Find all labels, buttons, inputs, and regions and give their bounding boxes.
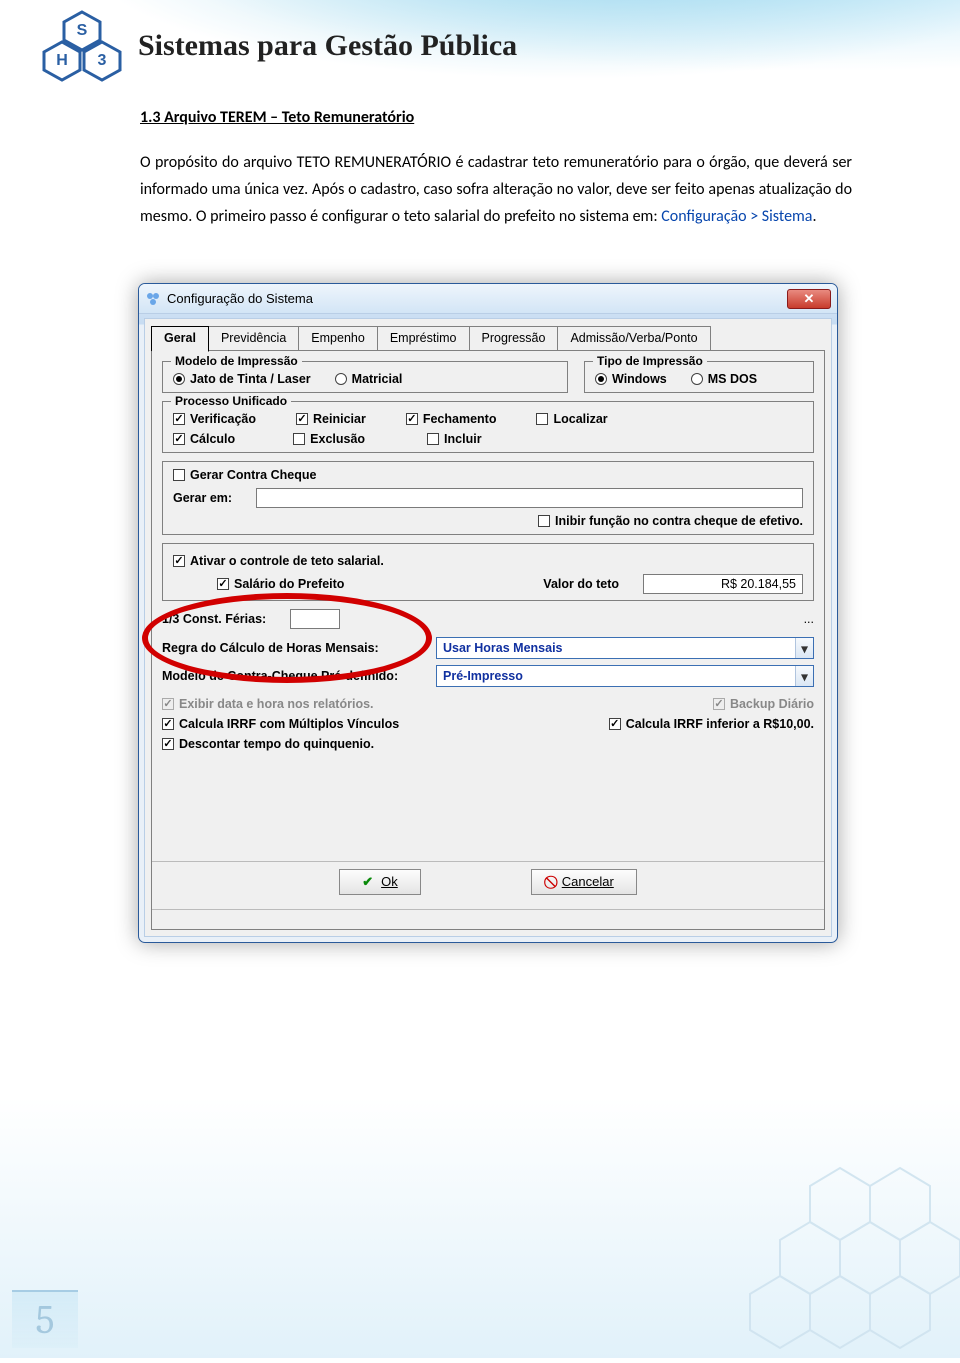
check-exclusao-label: Exclusão: [310, 432, 365, 446]
check-irrf-inferior-label: Calcula IRRF inferior a R$10,00.: [626, 717, 814, 731]
check-icon: ✔: [362, 874, 373, 890]
logo-icon: S H 3: [40, 10, 124, 82]
check-reiniciar-label: Reiniciar: [313, 412, 366, 426]
check-irrf-multiplos-label: Calcula IRRF com Múltiplos Vínculos: [179, 717, 399, 731]
chevron-down-icon: ▾: [795, 666, 813, 686]
paragraph-link: Configuração > Sistema: [661, 207, 812, 226]
check-fechamento-label: Fechamento: [423, 412, 497, 426]
titlebar: Configuração do Sistema ✕: [139, 284, 837, 314]
close-button[interactable]: ✕: [787, 289, 831, 309]
valor-teto-field[interactable]: [643, 574, 803, 594]
svg-text:3: 3: [98, 52, 107, 69]
valor-teto-label: Valor do teto: [543, 577, 619, 591]
check-localizar-label: Localizar: [553, 412, 607, 426]
ok-button[interactable]: ✔ Ok: [339, 869, 421, 895]
honeycomb-decoration: [610, 1138, 960, 1358]
check-salario-prefeito-label: Salário do Prefeito: [234, 577, 344, 591]
radio-matricial[interactable]: Matricial: [335, 372, 403, 386]
check-incluir-label: Incluir: [444, 432, 482, 446]
check-gerar-contra-cheque-label: Gerar Contra Cheque: [190, 468, 316, 482]
check-localizar[interactable]: Localizar: [536, 412, 607, 426]
radio-windows-label: Windows: [612, 372, 667, 386]
cancel-button-label: Cancelar: [562, 874, 614, 889]
check-ativar-teto-label: Ativar o controle de teto salarial.: [190, 554, 384, 568]
check-fechamento[interactable]: Fechamento: [406, 412, 497, 426]
check-backup-diario: Backup Diário: [713, 697, 814, 711]
paragraph-tail: .: [812, 207, 816, 226]
brand-block: S H 3 Sistemas para Gestão Pública: [40, 10, 517, 82]
check-calculo-label: Cálculo: [190, 432, 235, 446]
app-icon: [145, 291, 161, 307]
group-modelo-impressao: Modelo de Impressão: [171, 354, 302, 368]
check-backup-diario-label: Backup Diário: [730, 697, 814, 711]
check-descontar-quinquenio[interactable]: Descontar tempo do quinquenio.: [162, 737, 374, 751]
modelo-cc-label: Modelo de Contra-Cheque Pré-definido:: [162, 669, 412, 683]
window-title: Configuração do Sistema: [167, 291, 781, 306]
regra-horas-combo[interactable]: Usar Horas Mensais ▾: [436, 637, 814, 659]
radio-jato-laser[interactable]: Jato de Tinta / Laser: [173, 372, 311, 386]
page-number: 5: [12, 1290, 78, 1348]
check-verificacao-label: Verificação: [190, 412, 256, 426]
tab-strip: Geral Previdência Empenho Empréstimo Pro…: [151, 325, 825, 351]
svg-text:S: S: [77, 22, 88, 39]
tab-page-geral: Modelo de Impressão Jato de Tinta / Lase…: [151, 350, 825, 930]
tab-progressao[interactable]: Progressão: [469, 326, 559, 352]
modelo-cc-combo[interactable]: Pré-Impresso ▾: [436, 665, 814, 687]
check-gerar-contra-cheque[interactable]: Gerar Contra Cheque: [173, 468, 316, 482]
regra-horas-label: Regra do Cálculo de Horas Mensais:: [162, 641, 412, 655]
radio-msdos-label: MS DOS: [708, 372, 757, 386]
tab-empenho[interactable]: Empenho: [298, 326, 378, 352]
check-calculo[interactable]: Cálculo: [173, 432, 235, 446]
radio-jato-laser-label: Jato de Tinta / Laser: [190, 372, 311, 386]
section-heading: 1.3 Arquivo TEREM – Teto Remuneratório: [140, 108, 852, 127]
ferias-label: 1/3 Const. Férias:: [162, 612, 266, 626]
regra-horas-value: Usar Horas Mensais: [443, 641, 563, 655]
ferias-ellipsis[interactable]: ...: [804, 612, 814, 626]
tab-emprestimo[interactable]: Empréstimo: [377, 326, 470, 352]
radio-msdos[interactable]: MS DOS: [691, 372, 757, 386]
section-paragraph: O propósito do arquivo TETO REMUNERATÓRI…: [140, 149, 852, 231]
check-irrf-multiplos[interactable]: Calcula IRRF com Múltiplos Vínculos: [162, 717, 399, 731]
check-incluir[interactable]: Incluir: [427, 432, 482, 446]
check-salario-prefeito[interactable]: Salário do Prefeito: [217, 577, 344, 591]
config-window: Configuração do Sistema ✕ Geral Previdên…: [138, 283, 838, 943]
ferias-field[interactable]: [290, 609, 340, 629]
tab-previdencia[interactable]: Previdência: [208, 326, 299, 352]
svg-text:H: H: [56, 52, 68, 69]
gerar-em-field[interactable]: [256, 488, 803, 508]
check-verificacao[interactable]: Verificação: [173, 412, 256, 426]
ok-button-label: Ok: [381, 874, 398, 889]
radio-windows[interactable]: Windows: [595, 372, 667, 386]
check-inibir-funcao[interactable]: Inibir função no contra cheque de efetiv…: [538, 514, 803, 528]
cancel-button[interactable]: ⃠ Cancelar: [531, 869, 637, 895]
check-descontar-quinquenio-label: Descontar tempo do quinquenio.: [179, 737, 374, 751]
chevron-down-icon: ▾: [795, 638, 813, 658]
tab-geral[interactable]: Geral: [151, 326, 209, 352]
gerar-em-label: Gerar em:: [173, 491, 232, 505]
check-reiniciar[interactable]: Reiniciar: [296, 412, 366, 426]
group-processo-unificado: Processo Unificado: [171, 394, 291, 408]
check-exclusao[interactable]: Exclusão: [293, 432, 365, 446]
check-exibir-data-hora-label: Exibir data e hora nos relatórios.: [179, 697, 374, 711]
modelo-cc-value: Pré-Impresso: [443, 669, 523, 683]
brand-tagline: Sistemas para Gestão Pública: [138, 29, 517, 63]
radio-matricial-label: Matricial: [352, 372, 403, 386]
check-inibir-funcao-label: Inibir função no contra cheque de efetiv…: [555, 514, 803, 528]
check-irrf-inferior[interactable]: Calcula IRRF inferior a R$10,00.: [609, 717, 814, 731]
status-bar: [152, 909, 824, 929]
check-ativar-teto[interactable]: Ativar o controle de teto salarial.: [173, 554, 384, 568]
check-exibir-data-hora: Exibir data e hora nos relatórios.: [162, 697, 374, 711]
tab-admissao[interactable]: Admissão/Verba/Ponto: [557, 326, 710, 352]
group-tipo-impressao: Tipo de Impressão: [593, 354, 707, 368]
